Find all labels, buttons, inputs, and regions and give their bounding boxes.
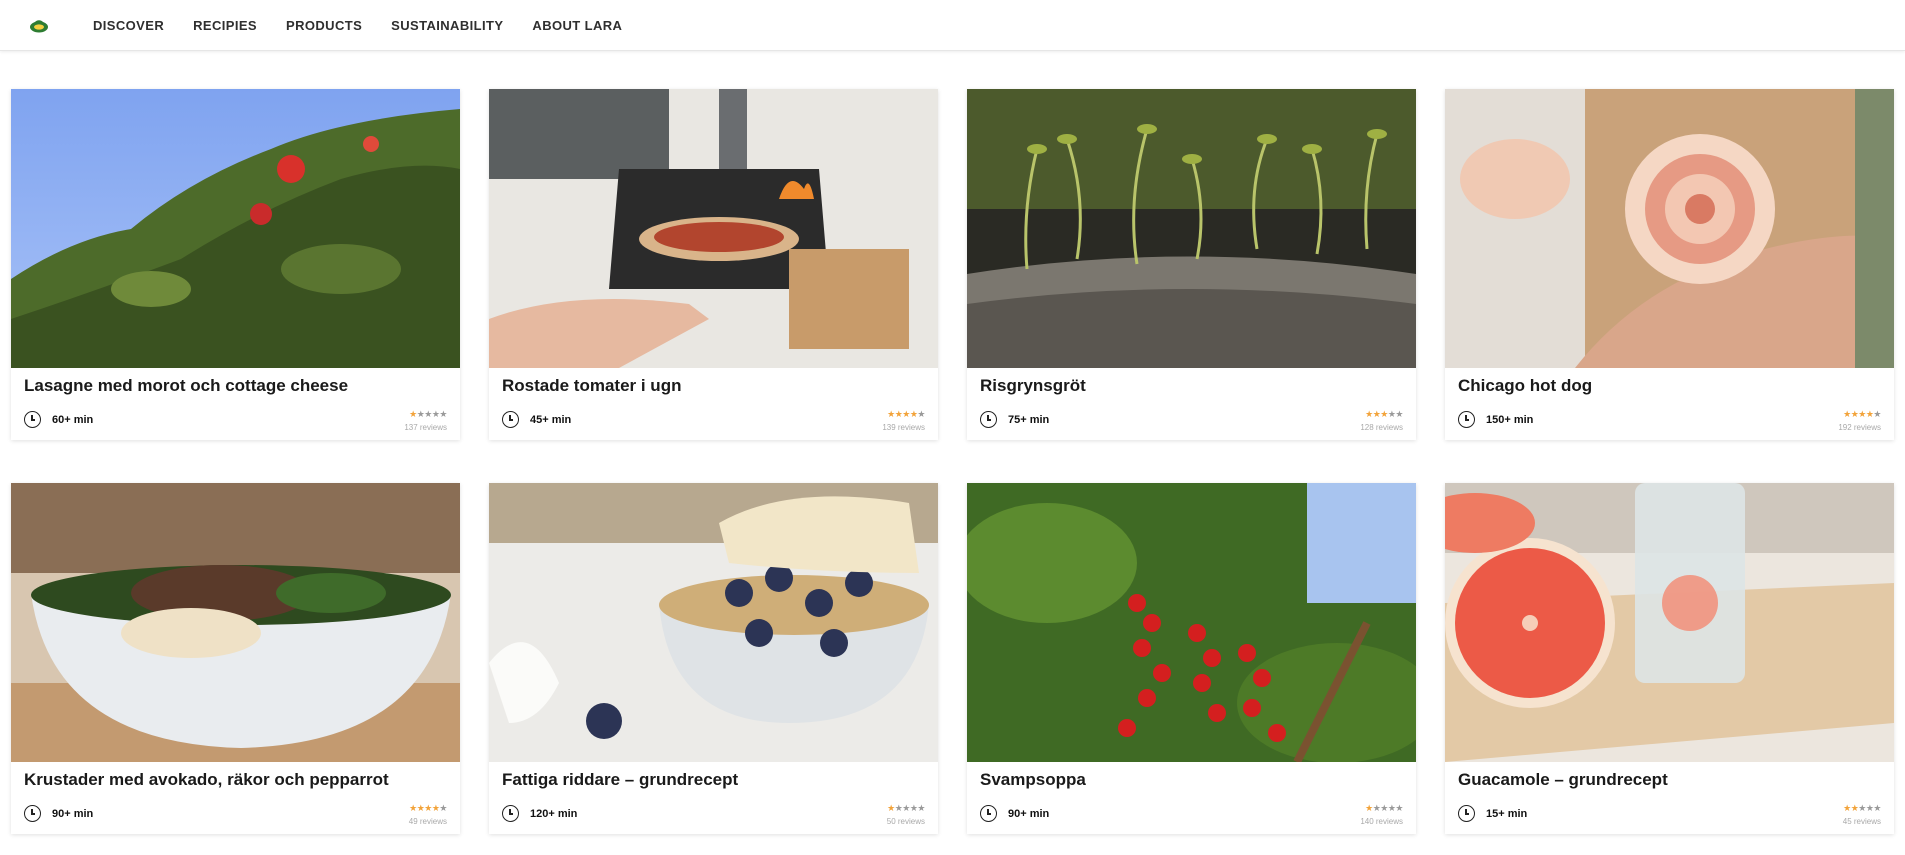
rating: ★★★★★ 192 reviews [1838,409,1881,432]
star-rating: ★★★★★ [1360,803,1403,813]
recipe-title[interactable]: Fattiga riddare – grundrecept [502,770,738,790]
recipe-image-pizza-oven[interactable] [489,89,938,368]
review-count: 140 reviews [1360,817,1403,826]
recipe-card[interactable]: Chicago hot dog 150+ min ★★★★★ 192 review… [1445,89,1894,440]
recipe-grid: Lasagne med morot och cottage cheese 60+… [11,89,1894,834]
star-empty-icon: ★ [1380,803,1388,813]
review-count: 128 reviews [1360,423,1403,432]
star-rating: ★★★★★ [887,803,925,813]
recipe-image-noodle-bowl[interactable] [11,483,460,762]
star-empty-icon: ★ [917,803,925,813]
cook-time: 120+ min [502,805,577,822]
review-count: 137 reviews [404,423,447,432]
clock-icon [502,411,519,428]
recipe-image-grapefruit[interactable] [1445,483,1894,762]
recipe-card[interactable]: Rostade tomater i ugn 45+ min ★★★★★ 139 r… [489,89,938,440]
cook-time: 90+ min [980,805,1049,822]
cook-time: 75+ min [980,411,1049,428]
rating: ★★★★★ 50 reviews [886,803,926,826]
review-count: 50 reviews [886,817,925,826]
cook-time: 90+ min [24,805,93,822]
recipe-card[interactable]: Krustader med avokado, räkor och pepparr… [11,483,460,834]
recipe-title[interactable]: Guacamole – grundrecept [1458,770,1668,790]
nav-about-lara[interactable]: ABOUT LARA [532,0,622,51]
recipe-title[interactable]: Krustader med avokado, räkor och pepparr… [24,770,389,790]
recipe-title[interactable]: Rostade tomater i ugn [502,376,681,396]
star-empty-icon: ★ [439,803,447,813]
review-count: 192 reviews [1838,423,1881,432]
star-empty-icon: ★ [1395,409,1403,419]
star-rating: ★★★★★ [1360,409,1403,419]
star-empty-icon: ★ [902,803,910,813]
star-filled-icon: ★ [409,803,417,813]
recipe-title[interactable]: Lasagne med morot och cottage cheese [24,376,348,396]
review-count: 49 reviews [408,817,447,826]
recipe-image-seedlings[interactable] [967,89,1416,368]
star-filled-icon: ★ [887,803,895,813]
star-empty-icon: ★ [439,409,447,419]
star-filled-icon: ★ [1843,409,1851,419]
star-filled-icon: ★ [1365,409,1373,419]
nav-recipies[interactable]: RECIPIES [193,0,257,51]
clock-icon [1458,805,1475,822]
clock-icon [502,805,519,822]
nav-discover[interactable]: DISCOVER [93,0,164,51]
recipe-image-redcurrant[interactable] [967,483,1416,762]
main-nav: DISCOVER RECIPIES PRODUCTS SUSTAINABILIT… [93,0,651,51]
star-filled-icon: ★ [424,803,432,813]
cook-time: 45+ min [502,411,571,428]
recipe-title[interactable]: Svampsoppa [980,770,1086,790]
star-empty-icon: ★ [1873,803,1881,813]
top-navigation-bar: DISCOVER RECIPIES PRODUCTS SUSTAINABILIT… [0,0,1905,51]
star-filled-icon: ★ [409,409,417,419]
review-count: 139 reviews [882,423,925,432]
recipe-card[interactable]: Risgrynsgröt 75+ min ★★★★★ 128 reviews [967,89,1416,440]
cook-time: 15+ min [1458,805,1527,822]
rating: ★★★★★ 137 reviews [404,409,447,432]
star-filled-icon: ★ [887,409,895,419]
recipe-title[interactable]: Chicago hot dog [1458,376,1592,396]
recipe-card[interactable]: Guacamole – grundrecept 15+ min ★★★★★ 45 … [1445,483,1894,834]
star-rating: ★★★★★ [1838,409,1881,419]
star-rating: ★★★★★ [882,409,925,419]
cook-time: 150+ min [1458,411,1533,428]
rating: ★★★★★ 45 reviews [1842,803,1882,826]
star-filled-icon: ★ [1380,409,1388,419]
rating: ★★★★★ 139 reviews [882,409,925,432]
recipe-card[interactable]: Svampsoppa 90+ min ★★★★★ 140 reviews [967,483,1416,834]
star-filled-icon: ★ [1858,409,1866,419]
star-rating: ★★★★★ [409,803,447,813]
clock-icon [980,805,997,822]
star-filled-icon: ★ [1843,803,1851,813]
rating: ★★★★★ 140 reviews [1360,803,1403,826]
star-empty-icon: ★ [917,409,925,419]
nav-sustainability[interactable]: SUSTAINABILITY [391,0,503,51]
star-rating: ★★★★★ [1843,803,1881,813]
clock-icon [980,411,997,428]
clock-icon [24,805,41,822]
recipe-title[interactable]: Risgrynsgröt [980,376,1086,396]
clock-icon [1458,411,1475,428]
star-rating: ★★★★★ [404,409,447,419]
nav-products[interactable]: PRODUCTS [286,0,362,51]
recipe-image-granola-blueberry[interactable] [489,483,938,762]
star-filled-icon: ★ [902,409,910,419]
star-filled-icon: ★ [1365,803,1373,813]
rating: ★★★★★ 49 reviews [408,803,448,826]
star-empty-icon: ★ [1395,803,1403,813]
recipe-image-flowering-bush[interactable] [11,89,460,368]
recipe-image-apple-rose-pastry[interactable] [1445,89,1894,368]
cook-time: 60+ min [24,411,93,428]
star-empty-icon: ★ [424,409,432,419]
star-empty-icon: ★ [1858,803,1866,813]
clock-icon [24,411,41,428]
star-empty-icon: ★ [1873,409,1881,419]
recipe-card[interactable]: Lasagne med morot och cottage cheese 60+… [11,89,460,440]
brand-logo-icon[interactable] [29,19,49,33]
review-count: 45 reviews [1842,817,1881,826]
recipe-card[interactable]: Fattiga riddare – grundrecept 120+ min ★… [489,483,938,834]
rating: ★★★★★ 128 reviews [1360,409,1403,432]
